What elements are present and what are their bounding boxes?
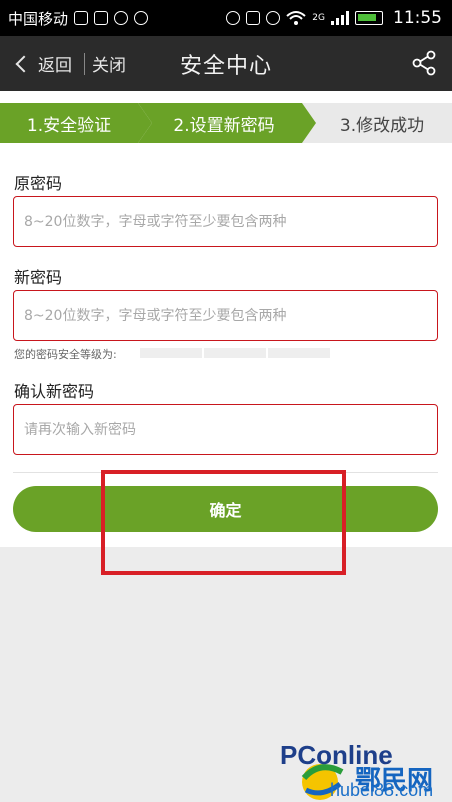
headset-icon — [226, 11, 241, 25]
network-type: 2G — [312, 13, 325, 23]
signal-icon — [331, 11, 349, 25]
wifi-icon — [286, 11, 306, 25]
sim-icon — [74, 11, 89, 25]
watermark-url: hubei88.com — [330, 780, 434, 800]
new-password-input[interactable] — [13, 290, 438, 341]
carrier-name: 中国移动 — [8, 9, 69, 28]
sync-icon — [114, 11, 129, 25]
annotation-highlight-box — [101, 470, 346, 575]
password-strength-label: 您的密码安全等级为: — [14, 348, 117, 361]
alarm-icon — [266, 11, 281, 25]
confirm-password-input[interactable] — [13, 404, 438, 455]
share-icon[interactable] — [410, 49, 438, 77]
status-bar-right: 2G 11:55 — [226, 8, 442, 28]
old-password-label: 原密码 — [14, 174, 63, 193]
password-strength-meter — [140, 348, 330, 358]
clock: 11:55 — [393, 8, 442, 28]
step-set-new-password: 2.设置新密码 — [138, 103, 316, 143]
page-title: 安全中心 — [179, 54, 272, 79]
step-change-success: 3.修改成功 — [302, 103, 452, 143]
title-bar: 返回 关闭 安全中心 — [0, 36, 452, 91]
image-icon — [94, 11, 109, 25]
app-icon — [134, 11, 149, 25]
confirm-password-label: 确认新密码 — [14, 382, 95, 401]
status-bar: 中国移动 2G 11:55 — [0, 0, 452, 36]
mute-icon — [246, 11, 261, 25]
status-bar-left: 中国移动 — [8, 8, 149, 29]
battery-icon — [355, 11, 383, 25]
step-indicator: 1.安全验证 2.设置新密码 3.修改成功 — [0, 91, 452, 156]
new-password-label: 新密码 — [14, 268, 63, 287]
old-password-input[interactable] — [13, 196, 438, 247]
step-security-verify: 1.安全验证 — [0, 103, 152, 143]
